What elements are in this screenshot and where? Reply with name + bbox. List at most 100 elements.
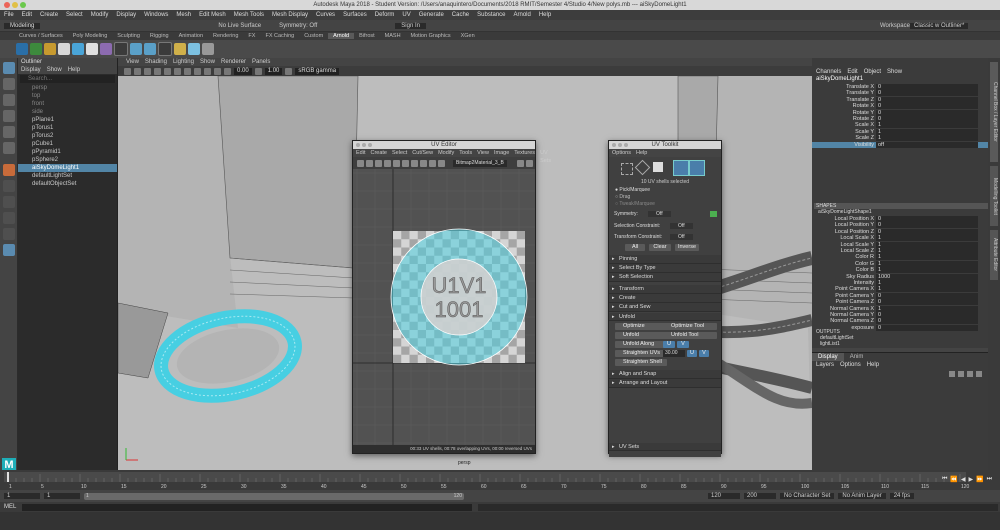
shape-attr-value[interactable]: 1 xyxy=(876,241,978,248)
menu-arnold[interactable]: Arnold xyxy=(514,12,531,18)
attr-value[interactable]: 0 xyxy=(876,109,978,116)
menu-curves[interactable]: Curves xyxy=(316,12,335,18)
menu-help[interactable]: Help xyxy=(539,12,551,18)
layer-menu-layers[interactable]: Layers xyxy=(816,361,834,369)
uv-border-icon[interactable] xyxy=(402,159,409,167)
lights-icon[interactable] xyxy=(174,67,181,75)
shelf-tab-fx-caching[interactable]: FX Caching xyxy=(260,33,299,39)
uv-canvas[interactable]: U1V1 1001 xyxy=(353,169,535,445)
grid-icon[interactable] xyxy=(134,67,141,75)
paint-select-icon[interactable] xyxy=(3,94,15,106)
shape-attr-value[interactable]: 1 xyxy=(876,254,978,261)
playback-start-field[interactable]: 1 xyxy=(44,493,80,499)
symmetry-label[interactable]: Symmetry: Off xyxy=(279,23,317,29)
toolkit-section-soft-selection[interactable]: Soft Selection xyxy=(609,273,721,282)
outliner-menu-display[interactable]: Display xyxy=(21,66,41,74)
menu-display[interactable]: Display xyxy=(116,12,136,18)
viewport-menu-panels[interactable]: Panels xyxy=(252,58,270,66)
graph-layout-icon[interactable] xyxy=(3,244,15,256)
menu-edit-mesh[interactable]: Edit Mesh xyxy=(199,12,226,18)
exposure-field[interactable]: 0.00 xyxy=(234,67,252,75)
area-light-icon[interactable] xyxy=(44,43,56,55)
current-frame-marker[interactable] xyxy=(7,472,9,482)
ao-icon[interactable] xyxy=(194,67,201,75)
toolkit-section-arrange-and-layout[interactable]: Arrange and Layout xyxy=(609,379,721,388)
shelf-tab-arnold[interactable]: Arnold xyxy=(328,33,355,39)
move-tool-icon[interactable] xyxy=(3,110,15,122)
new-layer-icon[interactable] xyxy=(967,371,973,377)
unfold-button[interactable]: Unfold xyxy=(615,332,667,339)
viewport-menu-lighting[interactable]: Lighting xyxy=(173,58,194,66)
arnold-render-icon[interactable] xyxy=(16,43,28,55)
menu-mesh-display[interactable]: Mesh Display xyxy=(272,12,308,18)
select-tool-icon[interactable] xyxy=(3,62,15,74)
character-set-select[interactable]: No Character Set xyxy=(780,493,835,499)
last-tool-icon[interactable] xyxy=(3,164,15,176)
menu-windows[interactable]: Windows xyxy=(144,12,168,18)
outliner-item[interactable]: pTorus2 xyxy=(18,132,117,140)
shape-attr-value[interactable]: 0 xyxy=(876,312,978,318)
uv-checker-icon[interactable] xyxy=(375,159,382,167)
outliner-item[interactable]: pPlane1 xyxy=(18,116,117,124)
channel-box-tab-edit[interactable]: Edit xyxy=(847,68,857,76)
straighten-uvs-button[interactable]: Straighten UVs xyxy=(615,350,667,357)
outliner-item[interactable]: pCube1 xyxy=(18,140,117,148)
attr-value[interactable]: 0 xyxy=(876,116,978,122)
attribute-editor-tab[interactable]: Attribute Editor xyxy=(990,230,998,280)
uv-editor-menu-view[interactable]: View xyxy=(477,149,489,157)
uv-gamma-icon[interactable] xyxy=(525,159,533,167)
mesh-light-icon[interactable] xyxy=(58,43,70,55)
new-layer-selected-icon[interactable] xyxy=(976,371,982,377)
layer-tab-anim[interactable]: Anim xyxy=(844,353,870,361)
four-pane-layout-icon[interactable] xyxy=(3,196,15,208)
range-end-field[interactable]: 200 xyxy=(744,493,776,499)
sign-in-button[interactable]: Sign In xyxy=(395,22,426,29)
smooth-shade-icon[interactable] xyxy=(154,67,161,75)
shape-attr-value[interactable]: 0 xyxy=(876,216,978,222)
shape-attr-value[interactable]: 1000 xyxy=(876,273,978,280)
mel-label[interactable]: MEL xyxy=(4,504,16,510)
uv-image-icon[interactable] xyxy=(429,159,436,167)
transform-constraint-select[interactable]: Off xyxy=(670,234,693,240)
minimize-window-button[interactable] xyxy=(12,2,18,8)
unfold-along-u-button[interactable]: U xyxy=(663,341,675,348)
flush-cache-icon[interactable] xyxy=(144,43,156,55)
rotate-tool-icon[interactable] xyxy=(3,126,15,138)
edge-mode-icon[interactable] xyxy=(634,159,651,176)
fps-select[interactable]: 24 fps xyxy=(889,493,915,499)
outliner-item[interactable]: top xyxy=(18,92,117,100)
optimize-button[interactable]: Optimize xyxy=(615,323,667,330)
menu-surfaces[interactable]: Surfaces xyxy=(343,12,367,18)
shelf-tab-custom[interactable]: Custom xyxy=(299,33,328,39)
unfold-along-v-button[interactable]: V xyxy=(677,341,689,348)
straighten-v-button[interactable]: V xyxy=(699,350,709,357)
uv-editor-menu-select[interactable]: Select xyxy=(392,149,407,157)
uv-snap-icon[interactable] xyxy=(420,159,427,167)
physical-sky-icon[interactable] xyxy=(86,43,98,55)
uv-editor-menu-create[interactable]: Create xyxy=(370,149,387,157)
anim-layer-select[interactable]: No Anim Layer xyxy=(838,493,886,499)
outliner-item[interactable]: persp xyxy=(18,84,117,92)
uv-rotate-icon[interactable] xyxy=(366,159,373,167)
channel-box-tab[interactable]: Channel Box / Layer Editor xyxy=(990,62,998,162)
uv-toolkit-min-icon[interactable] xyxy=(618,143,622,147)
shelf-tab-sculpting[interactable]: Sculpting xyxy=(112,33,145,39)
shelf-tab-animation[interactable]: Animation xyxy=(174,33,208,39)
textured-icon[interactable] xyxy=(164,67,171,75)
uv-editor-menu-uv-sets[interactable]: UV Sets xyxy=(540,149,551,164)
shape-attr-value[interactable]: 0 xyxy=(876,222,978,229)
uv-sets-section-header[interactable]: UV Sets xyxy=(609,443,721,451)
color-management-icon[interactable] xyxy=(285,67,293,75)
drag-radio[interactable]: ○ Drag xyxy=(615,194,630,200)
viewport-menu-shading[interactable]: Shading xyxy=(145,58,167,66)
attr-visibility[interactable]: Visibility off xyxy=(812,141,988,148)
outliner-item[interactable]: pPyramid1 xyxy=(18,148,117,156)
texture-select[interactable]: Bitmap2Material_3_B xyxy=(453,159,507,167)
shape-attr-value[interactable]: 1 xyxy=(876,235,978,242)
modelling-toolkit-tab[interactable]: Modelling Toolkit xyxy=(990,166,998,226)
menu-mesh[interactable]: Mesh xyxy=(176,12,191,18)
uv-toolkit-zoom-icon[interactable] xyxy=(624,143,628,147)
shape-attr-value[interactable]: 1 xyxy=(876,280,978,286)
uv-move-icon[interactable] xyxy=(357,159,364,167)
shelf-tab-rigging[interactable]: Rigging xyxy=(145,33,174,39)
